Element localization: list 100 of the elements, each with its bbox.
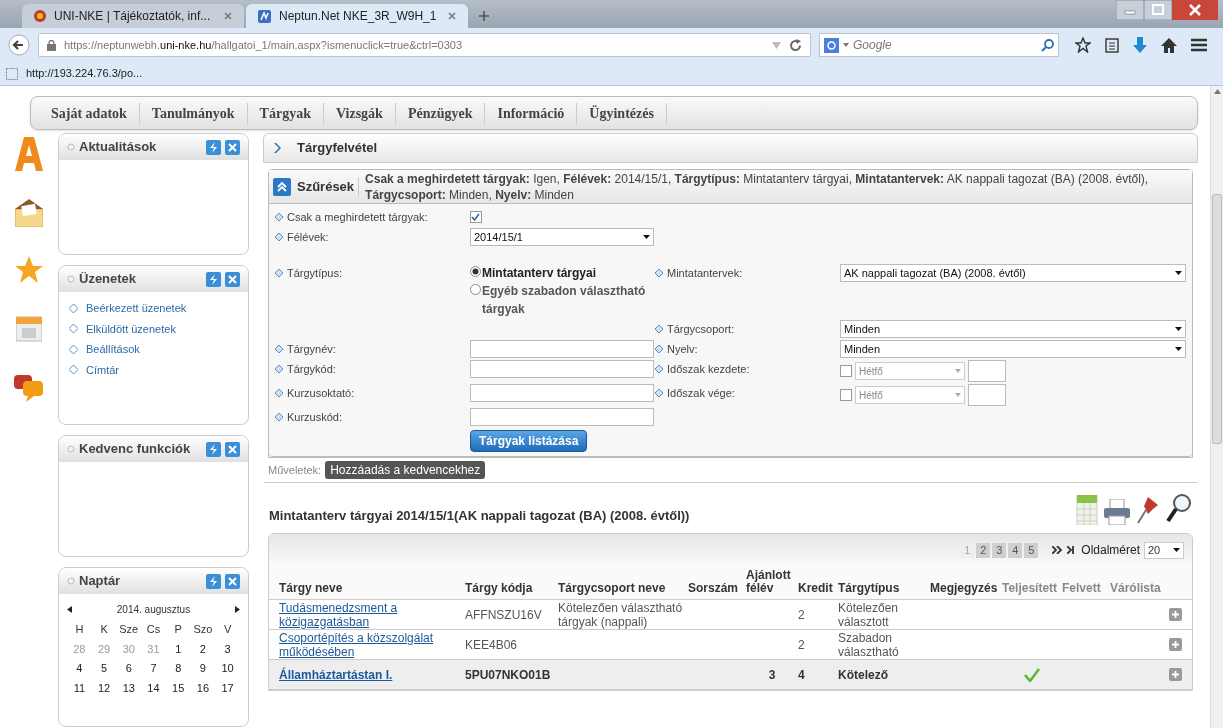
dropdown[interactable]: Hétfő [855,386,965,404]
refresh-icon[interactable] [206,573,221,589]
clipboard-icon[interactable] [1105,37,1119,53]
new-tab-icon[interactable] [478,10,490,22]
calendar-day[interactable]: 9 [190,660,216,677]
add-icon[interactable] [1169,668,1182,681]
calendar-day[interactable]: 10 [215,660,240,677]
search-field[interactable]: Google [819,33,1059,57]
checkbox[interactable] [470,211,482,223]
close-icon[interactable] [225,441,240,457]
text-field[interactable] [470,408,654,426]
letter-a-icon[interactable] [15,137,43,171]
page-number[interactable]: 2 [976,542,991,558]
dropdown-icon[interactable] [772,41,781,49]
back-icon[interactable] [8,34,30,56]
chat-bubbles-icon[interactable] [14,373,44,403]
close-icon[interactable] [225,139,240,155]
column-header[interactable]: Tárgycsoport neve [558,582,688,595]
radio-option[interactable]: Egyéb szabadon választható tárgyak [470,282,655,318]
radio-icon[interactable] [470,266,481,277]
calendar-day[interactable]: 3 [215,640,240,657]
next-icon[interactable] [235,606,240,613]
menu-item[interactable]: Tanulmányok [139,102,248,124]
calendar-day[interactable]: 13 [116,679,142,696]
column-header[interactable]: Ajánlott félév [746,569,796,595]
next-page-icon[interactable] [1052,546,1064,554]
radio-icon[interactable] [470,284,481,295]
calendar-day[interactable]: 1 [165,640,191,657]
column-header[interactable]: Tárgy neve [279,582,465,595]
pin-icon[interactable] [1136,495,1160,525]
page-number[interactable]: 3 [992,542,1007,558]
address-bar[interactable]: https://neptunwebh.uni-nke.hu/hallgatoi_1/main.aspx?ismenuclick=true&ctrl=0303 [38,33,811,57]
spreadsheet-icon[interactable] [1076,495,1098,525]
subject-link[interactable]: Csoportépítés a közszolgálat működésében [279,630,465,659]
reload-icon[interactable] [789,38,802,52]
search-input[interactable]: Google [853,36,1037,54]
calendar-day[interactable]: 4 [67,660,92,677]
calendar-icon[interactable] [16,313,42,345]
browser-tab[interactable]: Neptun.Net NKE_3R_W9H_1 [246,4,468,28]
refresh-icon[interactable] [206,139,221,155]
last-page-icon[interactable] [1067,546,1076,554]
browser-tab[interactable]: UNI-NKE | Tájékoztatók, inf... [22,4,244,28]
dropdown[interactable]: Minden [840,320,1186,338]
submit-button[interactable]: Tárgyak listázása [470,430,588,452]
menu-item[interactable]: Tárgyak [247,102,324,124]
download-icon[interactable] [1133,37,1147,53]
menu-item[interactable]: Vizsgák [323,102,396,124]
close-icon[interactable] [225,573,240,589]
printer-icon[interactable] [1104,499,1130,525]
menu-item[interactable]: Saját adatok [39,102,140,124]
calendar-day[interactable]: 2 [190,640,216,657]
bookmark-star-icon[interactable] [1075,37,1091,53]
close-icon[interactable] [448,12,456,20]
add-icon[interactable] [1169,608,1182,621]
filter-label[interactable]: Szűrések [297,176,360,197]
page-number[interactable]: 4 [1008,542,1023,558]
close-icon[interactable] [225,271,240,287]
message-link[interactable]: Címtár [86,361,119,378]
text-field[interactable] [470,384,654,402]
close-icon[interactable] [224,12,232,20]
dropdown[interactable]: AK nappali tagozat (BA) (2008. évtől) [840,264,1186,282]
calendar-day[interactable]: 8 [165,660,191,677]
message-link[interactable]: Beállítások [86,341,140,358]
star-icon[interactable] [14,255,44,285]
scroll-up-icon[interactable] [1213,89,1221,94]
calendar-day[interactable]: 15 [165,679,191,696]
calendar-day[interactable]: 11 [67,679,92,696]
scrollbar-thumb[interactable] [1212,194,1222,444]
text-field[interactable] [470,340,654,358]
column-header[interactable]: Tárgy kódja [465,582,558,595]
calendar-day[interactable]: 12 [91,679,117,696]
calendar-day[interactable]: 6 [116,660,142,677]
subject-link[interactable]: Államháztartástan I. [279,667,465,682]
column-header[interactable]: Tárgytípus [838,582,930,595]
dropdown[interactable]: Minden [840,340,1186,358]
time-field[interactable] [968,360,1006,382]
home-icon[interactable] [1161,37,1177,53]
envelope-icon[interactable] [15,199,43,227]
page-size-dropdown[interactable]: 20 [1144,541,1184,559]
maximize-icon[interactable] [1144,0,1172,20]
checkbox[interactable] [840,389,852,401]
calendar-day[interactable]: 5 [91,660,117,677]
menu-item[interactable]: Információ [485,102,578,124]
collapse-icon[interactable] [273,177,291,196]
calendar-day[interactable]: 17 [215,679,240,696]
previous-icon[interactable] [67,606,72,613]
time-field[interactable] [968,384,1006,406]
message-link[interactable]: Beérkezett üzenetek [86,300,187,317]
column-header[interactable]: Sorszám [688,582,746,595]
calendar-day[interactable]: 16 [190,679,216,696]
checkbox[interactable] [840,365,852,377]
menu-item[interactable]: Pénzügyek [395,102,486,124]
subject-link[interactable]: Tudásmenedzsment a közigazgatásban [279,600,465,629]
text-field[interactable] [470,360,654,378]
menu-icon[interactable] [1191,38,1207,52]
message-link[interactable]: Elküldött üzenetek [86,320,176,337]
add-icon[interactable] [1169,638,1182,651]
radio-option[interactable]: Mintatanterv tárgyai [470,264,655,282]
calendar-day[interactable]: 7 [141,660,166,677]
refresh-icon[interactable] [206,441,221,457]
